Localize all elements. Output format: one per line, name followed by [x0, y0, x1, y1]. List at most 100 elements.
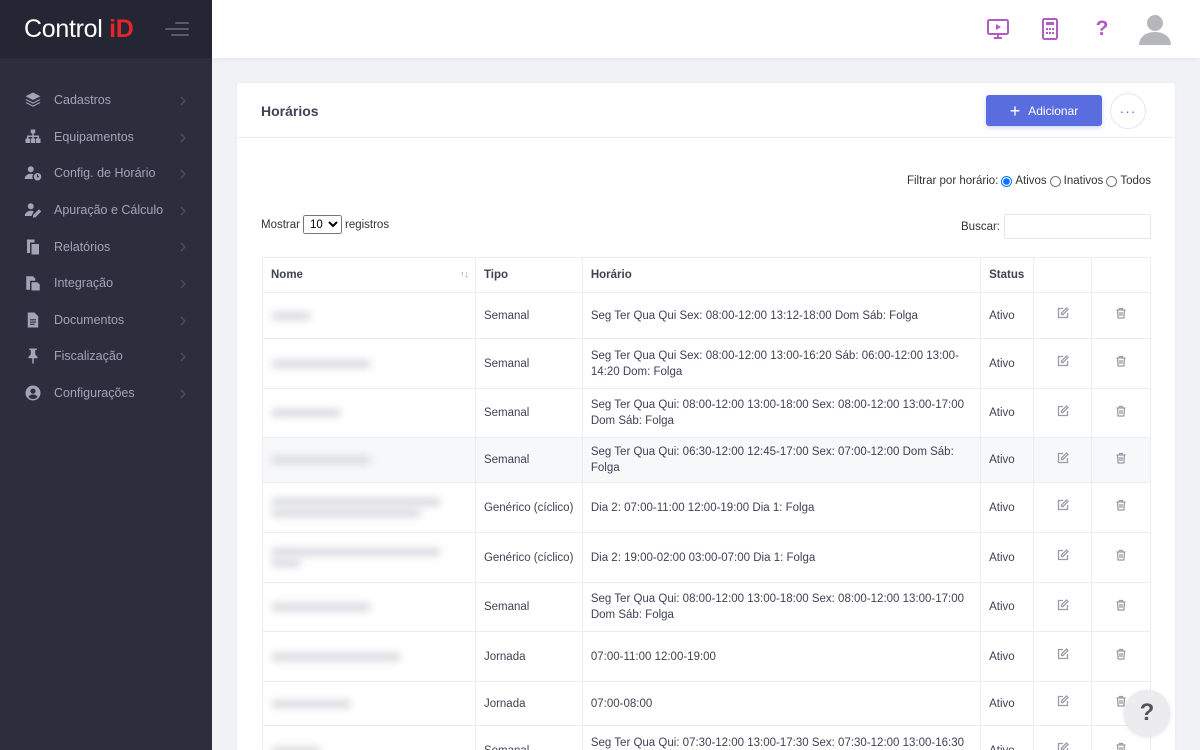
column-header-horario[interactable]: Horário	[582, 257, 982, 293]
cell-edit	[1033, 532, 1093, 583]
menu-toggle-icon[interactable]	[165, 22, 189, 38]
monitor-play-icon[interactable]	[986, 17, 1010, 41]
more-options-button[interactable]: ···	[1110, 93, 1146, 129]
chevron-right-icon	[180, 278, 187, 289]
cell-status: Ativo	[980, 532, 1035, 583]
edit-icon[interactable]	[1057, 598, 1069, 614]
sidebar-item-configuracoes[interactable]: Configurações	[0, 375, 212, 412]
trash-icon[interactable]	[1115, 549, 1127, 564]
pin-icon	[24, 347, 42, 365]
redacted-text	[271, 456, 371, 464]
cell-horario: 07:00-11:00 12:00-19:00	[582, 631, 982, 682]
filter-option-todos[interactable]: Todos	[1106, 175, 1151, 187]
column-header-nome[interactable]: Nome ↑↓	[262, 257, 476, 293]
files-icon	[24, 274, 42, 292]
sidebar-item-equipamentos[interactable]: Equipamentos	[0, 119, 212, 156]
table-row[interactable]: Semanal Seg Ter Qua Qui: 08:00-12:00 13:0…	[262, 582, 1151, 632]
sidebar-item-relatorios[interactable]: Relatórios	[0, 228, 212, 265]
trash-icon[interactable]	[1115, 355, 1127, 370]
cell-delete	[1091, 437, 1151, 483]
cell-status: Ativo	[980, 582, 1035, 632]
table-row[interactable]: Genérico (cíclico) Dia 2: 07:00-11:00 12:…	[262, 482, 1151, 533]
add-button[interactable]: + Adicionar	[986, 95, 1102, 126]
table-row[interactable]: Jornada 07:00-08:00 Ativo	[262, 681, 1151, 726]
trash-icon[interactable]	[1115, 599, 1127, 614]
edit-icon[interactable]	[1057, 695, 1069, 710]
column-header-delete	[1091, 257, 1151, 293]
table-row[interactable]: Genérico (cíclico) Dia 2: 19:00-02:00 03:…	[262, 532, 1151, 583]
floating-help-button[interactable]: ?	[1124, 690, 1170, 736]
cell-tipo: Semanal	[475, 388, 583, 438]
brand-logo[interactable]: Control iD	[0, 0, 212, 58]
page-length-select[interactable]: 10	[302, 215, 342, 234]
trash-icon[interactable]	[1115, 742, 1127, 750]
column-header-status[interactable]: Status	[980, 257, 1035, 293]
trash-icon[interactable]	[1115, 307, 1127, 322]
table-row[interactable]: Semanal Seg Ter Qua Qui: 06:30-12:00 12:4…	[262, 437, 1151, 483]
sidebar-item-fiscalizacao[interactable]: Fiscalização	[0, 338, 212, 375]
search-input[interactable]	[1004, 214, 1151, 239]
cell-delete	[1091, 292, 1151, 339]
cell-delete	[1091, 388, 1151, 438]
horarios-card: Horários + Adicionar ··· Filtrar por horá…	[237, 83, 1175, 750]
filter-label: Filtrar por horário:	[906, 175, 999, 187]
cell-horario: Seg Ter Qua Qui: 08:00-12:00 13:00-18:00…	[582, 388, 982, 438]
user-clock-icon	[24, 164, 42, 182]
edit-icon[interactable]	[1057, 355, 1069, 370]
table-row[interactable]: SemanalSeg Ter Qua Qui: 07:30-12:00 13:0…	[262, 725, 1151, 750]
avatar[interactable]	[1137, 11, 1173, 47]
chevron-right-icon	[180, 388, 187, 399]
sidebar-item-documentos[interactable]: Documentos	[0, 302, 212, 339]
cell-nome-redacted	[262, 437, 476, 483]
sidebar-item-apuracao[interactable]: Apuração e Cálculo	[0, 192, 212, 229]
table-row[interactable]: Semanal Seg Ter Qua Qui Sex: 08:00-12:00 …	[262, 338, 1151, 389]
cell-tipo: Semanal	[475, 725, 583, 750]
cell-nome-redacted	[262, 532, 476, 583]
sidebar: Control iD Cadastros Equipamentos Config…	[0, 0, 212, 750]
horario-filter: Filtrar por horário: Ativos Inativos Tod…	[907, 175, 1151, 187]
sidebar-item-cadastros[interactable]: Cadastros	[0, 82, 212, 119]
cell-status: Ativo	[980, 437, 1035, 483]
trash-icon[interactable]	[1115, 499, 1127, 514]
redacted-text	[271, 359, 371, 368]
edit-icon[interactable]	[1057, 404, 1069, 420]
cell-edit	[1033, 338, 1093, 389]
edit-icon[interactable]	[1057, 648, 1069, 663]
radio-todos[interactable]	[1106, 175, 1118, 187]
filter-option-ativos[interactable]: Ativos	[1001, 175, 1047, 187]
edit-icon[interactable]	[1057, 499, 1069, 514]
cell-status: Ativo	[980, 338, 1035, 389]
radio-ativos[interactable]	[1001, 175, 1013, 187]
edit-icon[interactable]	[1057, 451, 1069, 467]
table-row[interactable]: Semanal Seg Ter Qua Qui Sex: 08:00-12:00 …	[262, 292, 1151, 339]
sidebar-item-config-horario[interactable]: Config. de Horário	[0, 155, 212, 192]
table-body: Semanal Seg Ter Qua Qui Sex: 08:00-12:00 …	[262, 292, 1151, 750]
trash-icon[interactable]	[1115, 452, 1127, 467]
radio-inativos[interactable]	[1049, 175, 1061, 187]
sitemap-icon	[24, 128, 42, 146]
column-header-tipo[interactable]: Tipo	[475, 257, 583, 293]
filter-option-inativos[interactable]: Inativos	[1049, 175, 1103, 187]
cell-tipo: Semanal	[475, 437, 583, 483]
plus-icon: +	[1009, 100, 1021, 121]
edit-icon[interactable]	[1057, 742, 1069, 750]
table-row[interactable]: Semanal Seg Ter Qua Qui: 08:00-12:00 13:0…	[262, 388, 1151, 438]
edit-icon[interactable]	[1057, 307, 1069, 322]
edit-icon[interactable]	[1057, 549, 1069, 564]
cell-status: Ativo	[980, 388, 1035, 438]
chevron-right-icon	[180, 95, 187, 106]
sidebar-item-integracao[interactable]: Integração	[0, 265, 212, 302]
redacted-text	[271, 548, 441, 556]
redacted-text	[271, 652, 401, 661]
cell-horario: Seg Ter Qua Qui Sex: 08:00-12:00 13:00-1…	[582, 338, 982, 389]
user-circle-icon	[24, 384, 42, 402]
sidebar-menu: Cadastros Equipamentos Config. de Horári…	[0, 58, 212, 411]
column-header-edit	[1033, 257, 1093, 293]
table-row[interactable]: Jornada 07:00-11:00 12:00-19:00 Ativo	[262, 631, 1151, 682]
trash-icon[interactable]	[1115, 405, 1127, 420]
sidebar-item-label: Equipamentos	[54, 129, 134, 144]
redacted-text	[271, 498, 441, 506]
help-icon[interactable]: ?	[1090, 17, 1114, 41]
trash-icon[interactable]	[1115, 648, 1127, 663]
calculator-icon[interactable]	[1038, 17, 1062, 41]
